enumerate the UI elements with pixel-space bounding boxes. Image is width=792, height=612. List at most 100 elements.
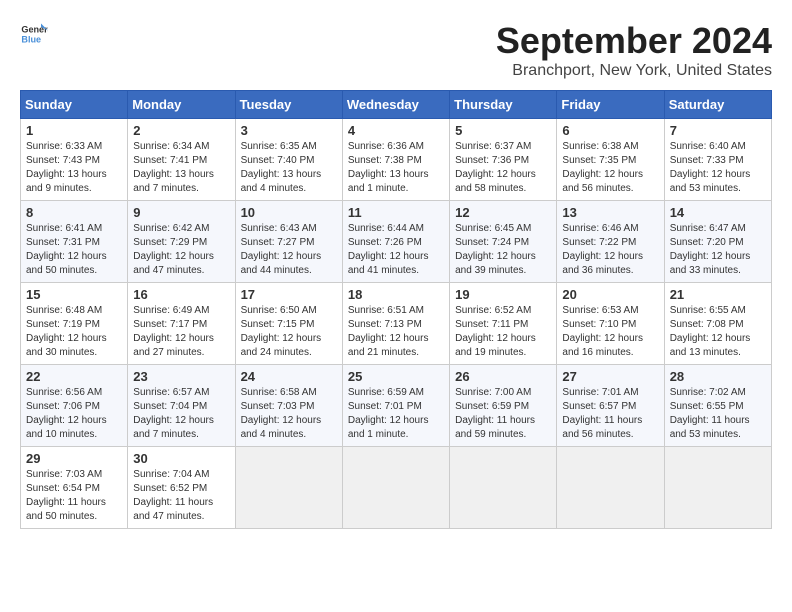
day-info: Sunrise: 7:00 AM Sunset: 6:59 PM Dayligh… xyxy=(455,386,551,442)
sunset-label: Sunset: 6:59 PM xyxy=(455,401,529,412)
day-info: Sunrise: 6:41 AM Sunset: 7:31 PM Dayligh… xyxy=(26,222,122,278)
sunrise-label: Sunrise: 6:57 AM xyxy=(133,387,209,398)
sunrise-label: Sunrise: 6:34 AM xyxy=(133,141,209,152)
calendar-cell: 13 Sunrise: 6:46 AM Sunset: 7:22 PM Dayl… xyxy=(557,201,664,283)
sunrise-label: Sunrise: 6:50 AM xyxy=(241,305,317,316)
day-info: Sunrise: 6:46 AM Sunset: 7:22 PM Dayligh… xyxy=(562,222,658,278)
sunrise-label: Sunrise: 6:37 AM xyxy=(455,141,531,152)
calendar-cell: 7 Sunrise: 6:40 AM Sunset: 7:33 PM Dayli… xyxy=(664,119,771,201)
day-number: 21 xyxy=(670,287,766,302)
calendar-cell xyxy=(557,447,664,529)
day-info: Sunrise: 6:49 AM Sunset: 7:17 PM Dayligh… xyxy=(133,304,229,360)
sunset-label: Sunset: 7:19 PM xyxy=(26,319,100,330)
calendar-week-row: 1 Sunrise: 6:33 AM Sunset: 7:43 PM Dayli… xyxy=(21,119,772,201)
day-number: 27 xyxy=(562,369,658,384)
calendar-cell: 26 Sunrise: 7:00 AM Sunset: 6:59 PM Dayl… xyxy=(450,365,557,447)
calendar-cell: 2 Sunrise: 6:34 AM Sunset: 7:41 PM Dayli… xyxy=(128,119,235,201)
daylight-label: Daylight: 12 hours and 56 minutes. xyxy=(562,169,643,194)
sunrise-label: Sunrise: 7:04 AM xyxy=(133,469,209,480)
calendar-cell: 23 Sunrise: 6:57 AM Sunset: 7:04 PM Dayl… xyxy=(128,365,235,447)
day-number: 22 xyxy=(26,369,122,384)
sunset-label: Sunset: 7:33 PM xyxy=(670,155,744,166)
col-header-friday: Friday xyxy=(557,91,664,119)
day-info: Sunrise: 6:48 AM Sunset: 7:19 PM Dayligh… xyxy=(26,304,122,360)
calendar-cell xyxy=(450,447,557,529)
calendar-header-row: SundayMondayTuesdayWednesdayThursdayFrid… xyxy=(21,91,772,119)
sunset-label: Sunset: 7:38 PM xyxy=(348,155,422,166)
daylight-label: Daylight: 12 hours and 33 minutes. xyxy=(670,251,751,276)
sunset-label: Sunset: 7:13 PM xyxy=(348,319,422,330)
day-info: Sunrise: 6:50 AM Sunset: 7:15 PM Dayligh… xyxy=(241,304,337,360)
calendar-cell xyxy=(342,447,449,529)
sunset-label: Sunset: 7:36 PM xyxy=(455,155,529,166)
day-info: Sunrise: 6:43 AM Sunset: 7:27 PM Dayligh… xyxy=(241,222,337,278)
sunset-label: Sunset: 7:17 PM xyxy=(133,319,207,330)
sunrise-label: Sunrise: 6:44 AM xyxy=(348,223,424,234)
calendar-cell: 8 Sunrise: 6:41 AM Sunset: 7:31 PM Dayli… xyxy=(21,201,128,283)
sunset-label: Sunset: 7:15 PM xyxy=(241,319,315,330)
sunset-label: Sunset: 7:20 PM xyxy=(670,237,744,248)
day-number: 7 xyxy=(670,123,766,138)
calendar-week-row: 15 Sunrise: 6:48 AM Sunset: 7:19 PM Dayl… xyxy=(21,283,772,365)
calendar-week-row: 29 Sunrise: 7:03 AM Sunset: 6:54 PM Dayl… xyxy=(21,447,772,529)
daylight-label: Daylight: 12 hours and 7 minutes. xyxy=(133,415,214,440)
daylight-label: Daylight: 12 hours and 36 minutes. xyxy=(562,251,643,276)
day-number: 23 xyxy=(133,369,229,384)
day-number: 28 xyxy=(670,369,766,384)
daylight-label: Daylight: 12 hours and 39 minutes. xyxy=(455,251,536,276)
sunset-label: Sunset: 6:54 PM xyxy=(26,483,100,494)
sunset-label: Sunset: 7:35 PM xyxy=(562,155,636,166)
calendar-cell: 24 Sunrise: 6:58 AM Sunset: 7:03 PM Dayl… xyxy=(235,365,342,447)
calendar-cell: 20 Sunrise: 6:53 AM Sunset: 7:10 PM Dayl… xyxy=(557,283,664,365)
daylight-label: Daylight: 12 hours and 4 minutes. xyxy=(241,415,322,440)
day-number: 1 xyxy=(26,123,122,138)
day-number: 25 xyxy=(348,369,444,384)
daylight-label: Daylight: 12 hours and 24 minutes. xyxy=(241,333,322,358)
col-header-monday: Monday xyxy=(128,91,235,119)
day-info: Sunrise: 7:01 AM Sunset: 6:57 PM Dayligh… xyxy=(562,386,658,442)
day-info: Sunrise: 6:44 AM Sunset: 7:26 PM Dayligh… xyxy=(348,222,444,278)
calendar-cell: 10 Sunrise: 6:43 AM Sunset: 7:27 PM Dayl… xyxy=(235,201,342,283)
day-info: Sunrise: 6:42 AM Sunset: 7:29 PM Dayligh… xyxy=(133,222,229,278)
calendar-table: SundayMondayTuesdayWednesdayThursdayFrid… xyxy=(20,90,772,529)
day-number: 20 xyxy=(562,287,658,302)
sunrise-label: Sunrise: 6:59 AM xyxy=(348,387,424,398)
col-header-thursday: Thursday xyxy=(450,91,557,119)
sunrise-label: Sunrise: 6:47 AM xyxy=(670,223,746,234)
day-number: 17 xyxy=(241,287,337,302)
sunrise-label: Sunrise: 6:35 AM xyxy=(241,141,317,152)
day-number: 4 xyxy=(348,123,444,138)
day-number: 14 xyxy=(670,205,766,220)
daylight-label: Daylight: 12 hours and 19 minutes. xyxy=(455,333,536,358)
day-number: 10 xyxy=(241,205,337,220)
calendar-cell: 12 Sunrise: 6:45 AM Sunset: 7:24 PM Dayl… xyxy=(450,201,557,283)
day-info: Sunrise: 6:57 AM Sunset: 7:04 PM Dayligh… xyxy=(133,386,229,442)
col-header-tuesday: Tuesday xyxy=(235,91,342,119)
day-info: Sunrise: 6:38 AM Sunset: 7:35 PM Dayligh… xyxy=(562,140,658,196)
svg-text:Blue: Blue xyxy=(21,34,41,44)
sunset-label: Sunset: 7:43 PM xyxy=(26,155,100,166)
day-number: 13 xyxy=(562,205,658,220)
calendar-cell: 27 Sunrise: 7:01 AM Sunset: 6:57 PM Dayl… xyxy=(557,365,664,447)
daylight-label: Daylight: 12 hours and 44 minutes. xyxy=(241,251,322,276)
sunrise-label: Sunrise: 6:46 AM xyxy=(562,223,638,234)
calendar-cell xyxy=(664,447,771,529)
day-number: 11 xyxy=(348,205,444,220)
sunrise-label: Sunrise: 6:48 AM xyxy=(26,305,102,316)
calendar-cell: 9 Sunrise: 6:42 AM Sunset: 7:29 PM Dayli… xyxy=(128,201,235,283)
sunrise-label: Sunrise: 6:33 AM xyxy=(26,141,102,152)
day-info: Sunrise: 6:47 AM Sunset: 7:20 PM Dayligh… xyxy=(670,222,766,278)
col-header-saturday: Saturday xyxy=(664,91,771,119)
calendar-week-row: 8 Sunrise: 6:41 AM Sunset: 7:31 PM Dayli… xyxy=(21,201,772,283)
sunset-label: Sunset: 7:22 PM xyxy=(562,237,636,248)
sunrise-label: Sunrise: 6:58 AM xyxy=(241,387,317,398)
day-number: 29 xyxy=(26,451,122,466)
daylight-label: Daylight: 13 hours and 9 minutes. xyxy=(26,169,107,194)
daylight-label: Daylight: 12 hours and 47 minutes. xyxy=(133,251,214,276)
sunset-label: Sunset: 7:04 PM xyxy=(133,401,207,412)
calendar-cell: 22 Sunrise: 6:56 AM Sunset: 7:06 PM Dayl… xyxy=(21,365,128,447)
sunrise-label: Sunrise: 6:43 AM xyxy=(241,223,317,234)
calendar-cell: 21 Sunrise: 6:55 AM Sunset: 7:08 PM Dayl… xyxy=(664,283,771,365)
day-number: 19 xyxy=(455,287,551,302)
day-info: Sunrise: 6:45 AM Sunset: 7:24 PM Dayligh… xyxy=(455,222,551,278)
